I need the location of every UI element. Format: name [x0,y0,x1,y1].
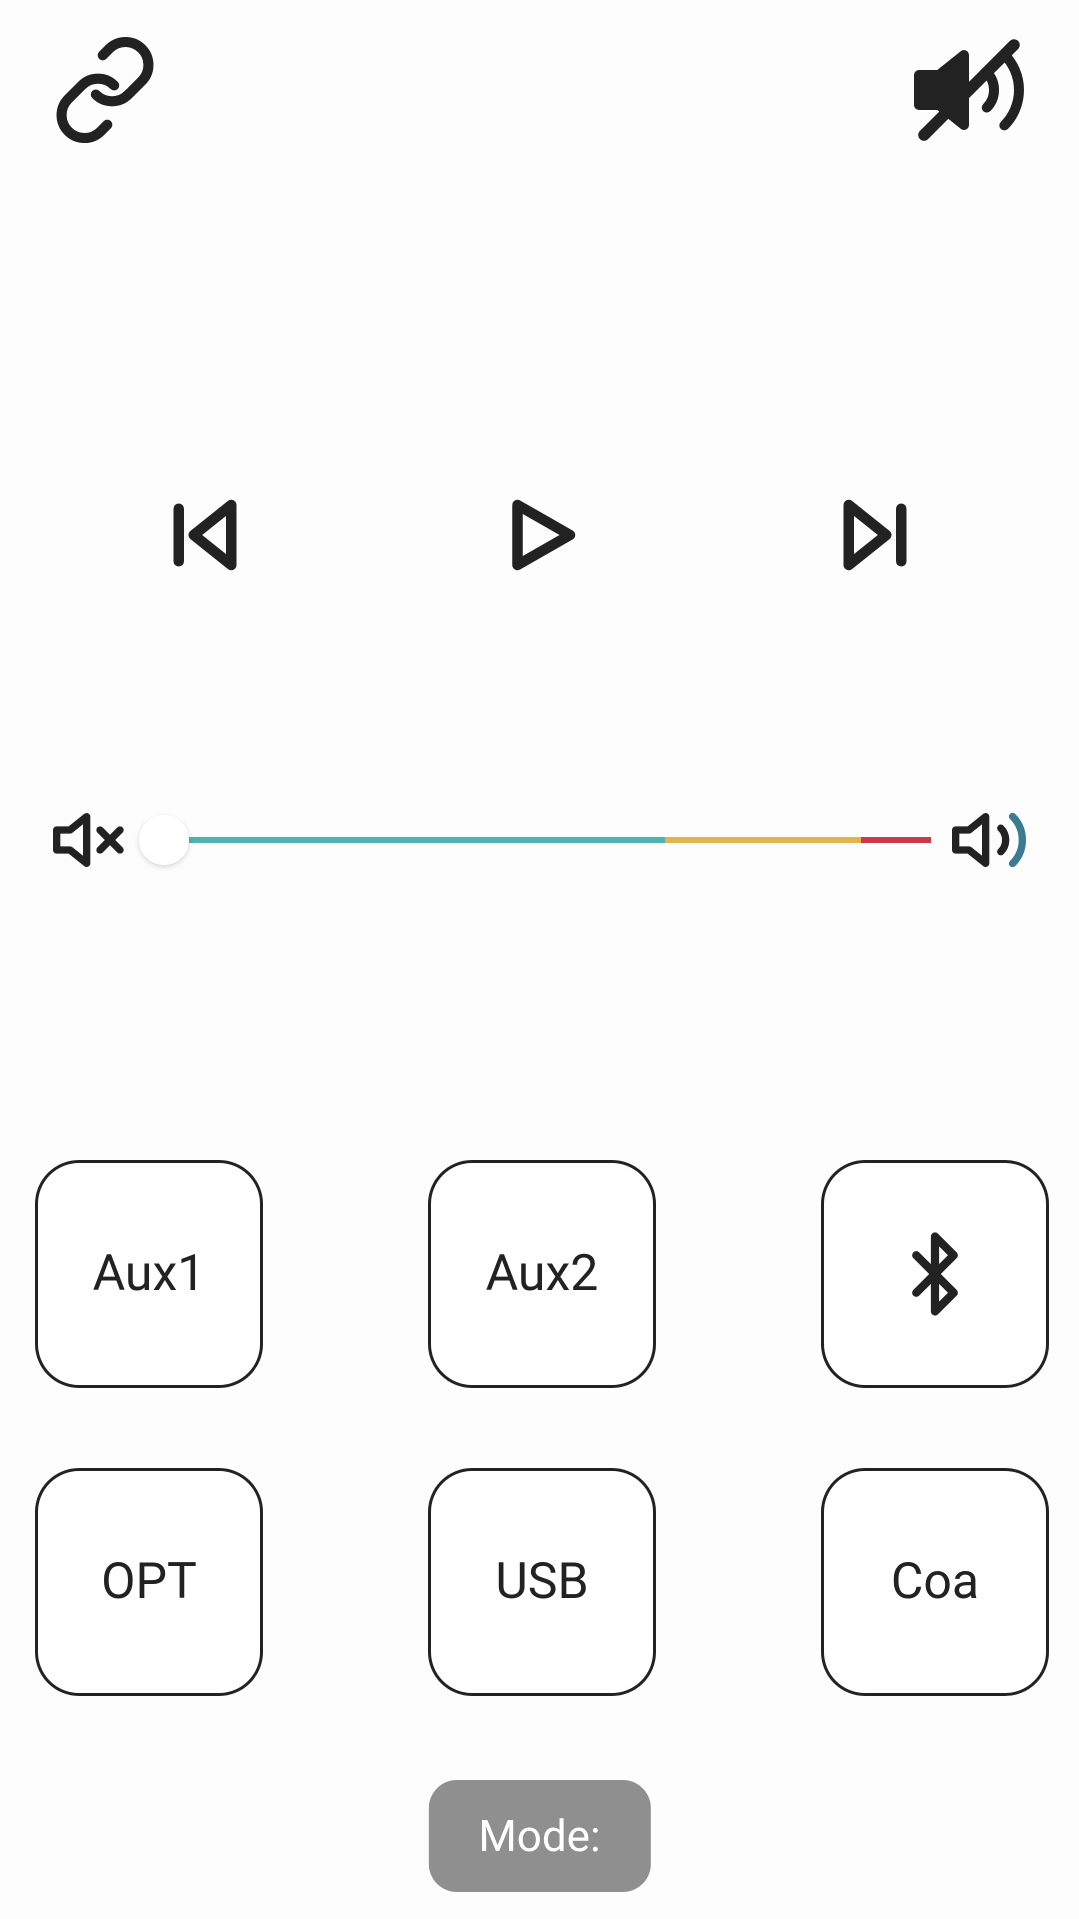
mute-icon[interactable] [909,30,1029,150]
source-bluetooth-button[interactable] [821,1160,1049,1388]
source-coa-button[interactable]: Coa [821,1468,1049,1696]
source-usb-button[interactable]: USB [428,1468,656,1696]
bluetooth-icon [890,1229,980,1319]
previous-track-button[interactable] [160,490,250,580]
next-track-button[interactable] [830,490,920,580]
source-aux1-button[interactable]: Aux1 [35,1160,263,1388]
mode-button[interactable]: Mode: [428,1780,650,1892]
volume-max-icon[interactable] [949,800,1029,880]
source-label: Coa [891,1553,979,1611]
source-label: USB [495,1553,588,1611]
volume-slider-thumb[interactable] [139,815,189,865]
source-opt-button[interactable]: OPT [35,1468,263,1696]
link-icon[interactable] [50,35,160,145]
volume-slider[interactable] [148,837,931,843]
mode-label: Mode: [478,1810,600,1862]
source-label: OPT [101,1553,197,1611]
slider-segment-mid [665,837,861,843]
source-label: Aux1 [93,1245,206,1303]
source-aux2-button[interactable]: Aux2 [428,1160,656,1388]
source-label: Aux2 [486,1245,599,1303]
volume-mute-icon[interactable] [50,800,130,880]
play-button[interactable] [495,490,585,580]
slider-segment-low [148,837,665,843]
slider-segment-high [861,837,931,843]
